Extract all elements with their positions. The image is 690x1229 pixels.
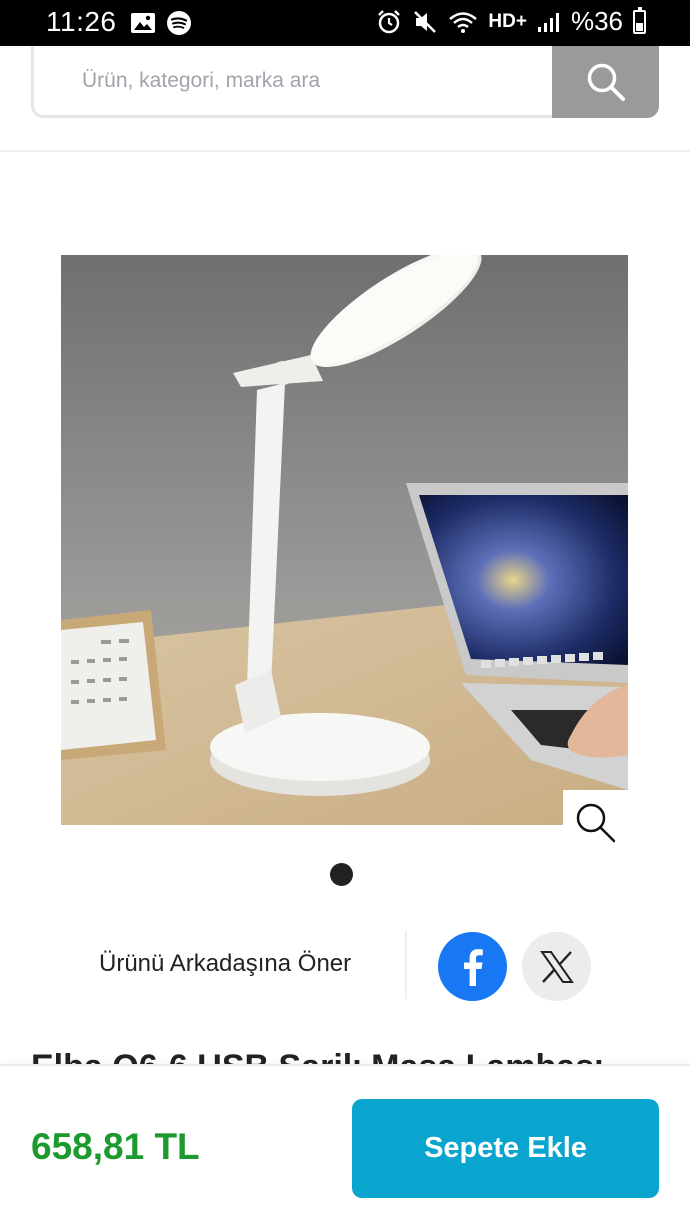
battery-percent: %36 [570, 6, 623, 36]
mute-icon [414, 10, 437, 33]
status-time: 11:26 [46, 6, 117, 37]
share-label[interactable]: Ürünü Arkadaşına Öner [99, 950, 351, 978]
facebook-share-button[interactable] [438, 932, 507, 1001]
add-to-cart-button[interactable]: Sepete Ekle [352, 1099, 659, 1198]
search-header [0, 46, 690, 152]
search-icon [587, 63, 625, 101]
x-share-button[interactable] [522, 932, 591, 1001]
desk-lamp-photo [61, 255, 628, 825]
battery-icon [633, 6, 646, 34]
alarm-icon [378, 9, 401, 33]
search-button[interactable] [552, 46, 659, 118]
facebook-icon [463, 948, 483, 986]
bottom-action-bar: 658,81 TL Sepete Ekle [0, 1064, 690, 1229]
carousel-dot[interactable] [330, 863, 353, 886]
zoom-button[interactable] [563, 790, 628, 855]
signal-icon [537, 12, 559, 32]
zoom-icon [576, 803, 615, 842]
status-right-icons: HD+ %36 [376, 6, 646, 37]
spotify-icon [167, 11, 191, 35]
status-left-icons [130, 10, 192, 36]
wifi-icon [449, 11, 478, 33]
share-divider [405, 931, 407, 999]
gallery-icon [131, 13, 155, 33]
product-price: 658,81 TL [31, 1126, 200, 1167]
network-type: HD+ [488, 10, 527, 32]
x-icon [539, 950, 574, 983]
search-input[interactable] [80, 46, 554, 116]
status-bar: 11:26 HD+ %36 [0, 0, 690, 46]
search-bar [31, 46, 659, 118]
product-image[interactable] [61, 255, 628, 825]
